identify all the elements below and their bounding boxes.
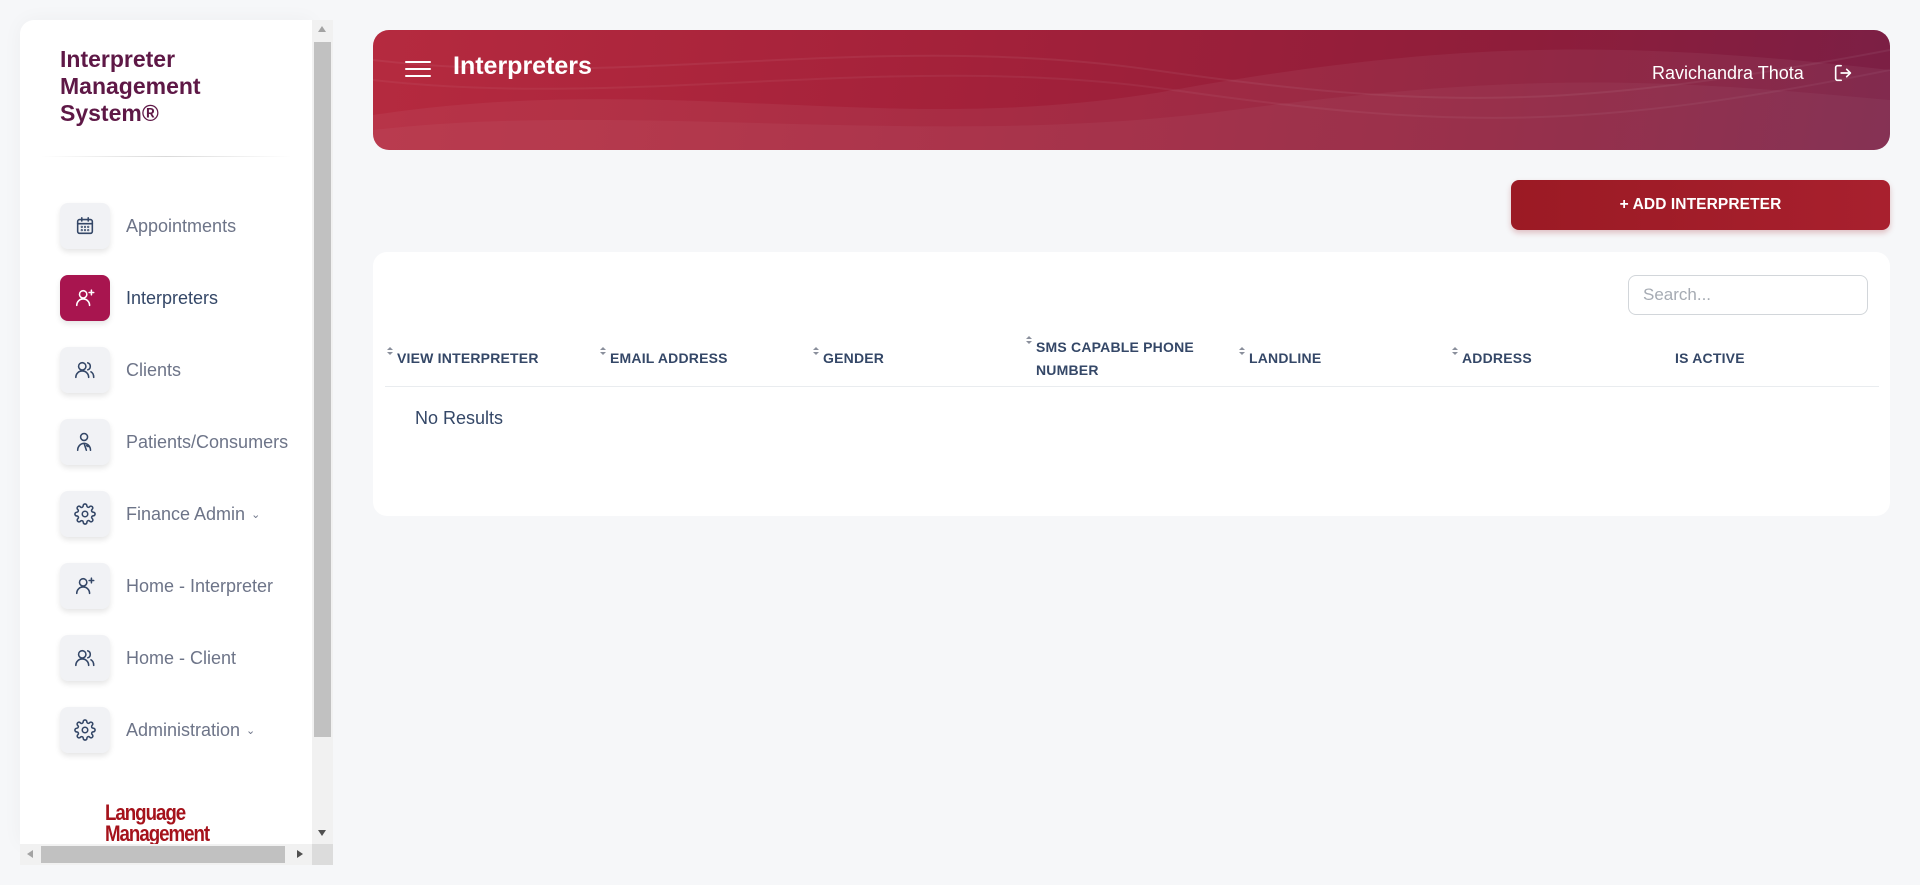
- sidebar-vertical-scrollbar[interactable]: [312, 20, 333, 844]
- app-brand-title: Interpreter Management System®: [60, 46, 201, 126]
- scrollbar-thumb[interactable]: [41, 846, 285, 863]
- header-wave-pattern: [373, 49, 1890, 150]
- column-header-email-address[interactable]: EMAIL ADDRESS: [598, 330, 798, 387]
- sidebar-item-label: Interpreters: [126, 287, 219, 308]
- hamburger-menu-icon[interactable]: [405, 56, 431, 82]
- column-header-view-interpreter[interactable]: VIEW INTERPRETER: [385, 330, 585, 387]
- user-plus-icon: [60, 275, 110, 321]
- sidebar-item-clients[interactable]: Clients: [60, 334, 312, 406]
- sort-icon: [385, 347, 394, 355]
- calendar-icon: [60, 203, 110, 249]
- sidebar-item-label: Home - Client: [126, 647, 237, 668]
- sort-icon: [1237, 347, 1246, 355]
- page-title: Interpreters: [453, 52, 592, 80]
- language-management-logo: Language Management: [105, 800, 210, 845]
- interpreters-table-card: VIEW INTERPRETER EMAIL ADDRESS GENDER SM…: [373, 252, 1890, 516]
- column-header-is-active: IS ACTIVE: [1675, 350, 1745, 366]
- sidebar-nav: Appointments Interpreters Clients Patien…: [60, 190, 312, 766]
- column-header-sms-phone-number[interactable]: SMS CAPABLE PHONE NUMBER: [1024, 330, 1224, 387]
- sidebar-item-home-interpreter[interactable]: Home - Interpreter: [60, 550, 312, 622]
- sidebar-item-label: Home - Interpreter: [126, 575, 274, 596]
- chevron-down-icon: ⌄: [251, 508, 261, 521]
- sidebar-item-administration[interactable]: Administration ⌄: [60, 694, 312, 766]
- sidebar-divider: [40, 156, 292, 157]
- person-walking-icon: [60, 419, 110, 465]
- sort-icon: [598, 347, 607, 355]
- add-interpreter-button[interactable]: + ADD INTERPRETER: [1511, 180, 1890, 230]
- sidebar-item-label: Finance Admin ⌄: [126, 503, 261, 524]
- table-header: VIEW INTERPRETER EMAIL ADDRESS GENDER SM…: [385, 330, 1879, 387]
- sort-icon: [1024, 336, 1033, 344]
- column-header-gender[interactable]: GENDER: [811, 330, 1011, 387]
- sidebar: Interpreter Management System® Appointme…: [20, 20, 312, 844]
- column-header-address[interactable]: ADDRESS: [1450, 330, 1650, 387]
- user-plus-icon: [60, 563, 110, 609]
- sidebar-item-label: Appointments: [126, 215, 237, 236]
- sidebar-item-label: Patients/Consumers: [126, 431, 289, 452]
- sidebar-item-home-client[interactable]: Home - Client: [60, 622, 312, 694]
- sort-icon: [811, 347, 820, 355]
- sidebar-item-finance-admin[interactable]: Finance Admin ⌄: [60, 478, 312, 550]
- user-name[interactable]: Ravichandra Thota: [1652, 63, 1804, 84]
- scrollbar-corner: [312, 844, 333, 865]
- chevron-down-icon: ⌄: [246, 724, 256, 737]
- users-icon: [60, 347, 110, 393]
- scroll-down-arrow-icon[interactable]: [318, 830, 326, 836]
- sidebar-item-label: Clients: [126, 359, 182, 380]
- gear-icon: [60, 491, 110, 537]
- sidebar-item-appointments[interactable]: Appointments: [60, 190, 312, 262]
- sidebar-item-label: Administration ⌄: [126, 719, 256, 740]
- search-input[interactable]: [1628, 275, 1868, 315]
- scroll-left-arrow-icon[interactable]: [27, 850, 33, 858]
- logout-icon[interactable]: [1832, 62, 1854, 84]
- column-header-landline[interactable]: LANDLINE: [1237, 330, 1437, 387]
- sidebar-horizontal-scrollbar[interactable]: [20, 844, 312, 865]
- sidebar-container: Interpreter Management System® Appointme…: [20, 20, 333, 865]
- sidebar-item-interpreters[interactable]: Interpreters: [60, 262, 312, 334]
- sidebar-item-patients-consumers[interactable]: Patients/Consumers: [60, 406, 312, 478]
- scroll-up-arrow-icon[interactable]: [318, 26, 326, 32]
- page-header-banner: Interpreters Ravichandra Thota: [373, 30, 1890, 150]
- empty-state-text: No Results: [415, 408, 504, 428]
- scrollbar-thumb[interactable]: [314, 42, 331, 737]
- scroll-right-arrow-icon[interactable]: [297, 850, 303, 858]
- users-icon: [60, 635, 110, 681]
- sort-icon: [1450, 347, 1459, 355]
- gear-icon: [60, 707, 110, 753]
